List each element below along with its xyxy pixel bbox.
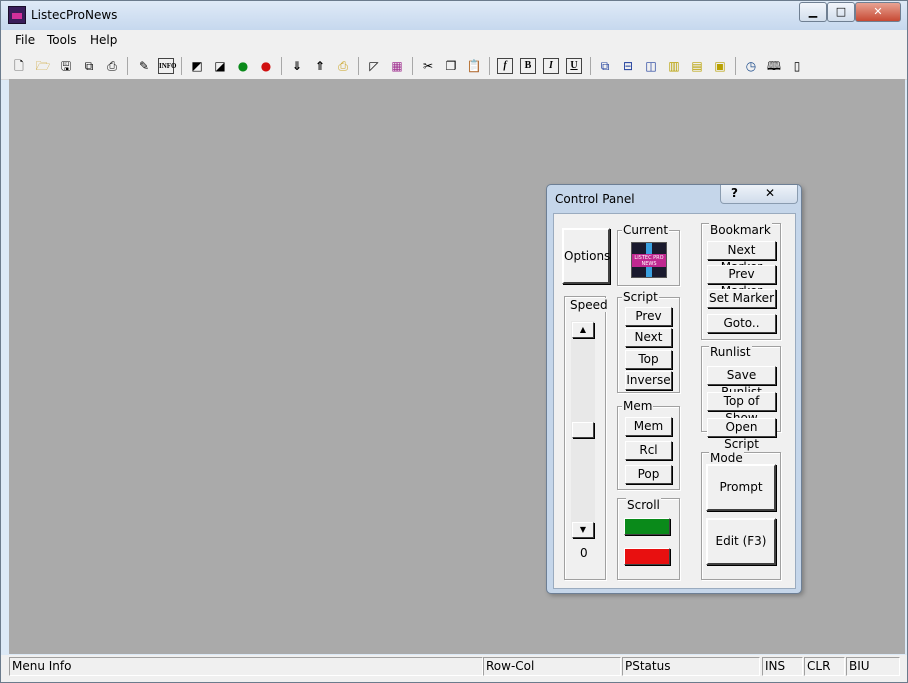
save-runlist-button[interactable]: Save Runlist: [707, 366, 776, 399]
menu-bar: File Tools Help: [1, 30, 907, 52]
menu-help[interactable]: Help: [90, 33, 117, 47]
red-dot-icon[interactable]: ●: [256, 56, 276, 76]
rcl-button[interactable]: Rcl: [625, 441, 672, 460]
status-menu-info: Menu Info: [9, 657, 483, 676]
options-button[interactable]: Options: [562, 228, 610, 284]
cut-icon[interactable]: ✂: [418, 56, 438, 76]
logo-text: LISTEC PRO NEWS: [634, 255, 664, 267]
arrow-down-icon[interactable]: ⇓: [287, 56, 307, 76]
minimize-button[interactable]: ▁: [799, 2, 827, 22]
info-icon[interactable]: INFO: [158, 58, 177, 74]
flag-corner-icon[interactable]: ◸: [364, 56, 384, 76]
toolbar-separator: [412, 57, 413, 75]
split-vertical-icon[interactable]: ◫: [641, 56, 661, 76]
bookmark-label: Bookmark: [709, 223, 772, 237]
script-label: Script: [622, 290, 659, 304]
toolbar-separator: [489, 57, 490, 75]
black-flag-icon[interactable]: ◩: [187, 56, 207, 76]
title-bar[interactable]: ListecProNews ▁ □ ✕: [1, 1, 907, 30]
menu-file[interactable]: File: [15, 33, 35, 47]
yellow-table-icon[interactable]: ▤: [687, 56, 707, 76]
status-bar: Menu Info Row-Col PStatus INS CLR BIU: [1, 655, 907, 682]
status-biu: BIU: [846, 657, 900, 676]
status-ins: INS: [762, 657, 803, 676]
current-script-logo: LISTEC PRO NEWS: [631, 242, 667, 278]
goto-button[interactable]: Goto..: [707, 314, 776, 333]
toolbar-separator: [181, 57, 182, 75]
toolbar: 🗋 🗁 🖫 ⧉ ⎙ ✎ INFO ◩ ◪ ● ● ⇓ ⇑ ⎙ ◸ ▦ ✂ ❐ 📋…: [1, 52, 907, 80]
set-marker-button[interactable]: Set Marker: [707, 289, 776, 308]
open-script-button[interactable]: Open Script: [707, 418, 776, 451]
mem-label: Mem: [622, 399, 654, 413]
speed-up-button[interactable]: ▲: [572, 322, 594, 338]
white-flag-icon[interactable]: ◪: [210, 56, 230, 76]
scroll-forward-button[interactable]: [624, 518, 670, 535]
film-icon[interactable]: ▣: [710, 56, 730, 76]
mem-button[interactable]: Mem: [625, 417, 672, 436]
arrow-up-icon[interactable]: ⇑: [310, 56, 330, 76]
save-icon[interactable]: 🖫: [56, 56, 76, 76]
toolbar-separator: [281, 57, 282, 75]
paste-icon[interactable]: 📋: [464, 56, 484, 76]
close-button[interactable]: ✕: [855, 2, 901, 22]
control-panel-title: Control Panel: [555, 192, 635, 206]
split-horizontal-icon[interactable]: ⊟: [618, 56, 638, 76]
toolbar-separator: [358, 57, 359, 75]
toolbar-separator: [590, 57, 591, 75]
control-panel-dialog: Control Panel ? ✕ Options Current LISTEC…: [546, 184, 802, 594]
scroll-stop-button[interactable]: [624, 548, 670, 565]
bold-icon[interactable]: B: [520, 58, 536, 74]
underline-icon[interactable]: U: [566, 58, 582, 74]
script-inverse-button[interactable]: Inverse: [625, 371, 672, 390]
book-icon[interactable]: 🕮: [764, 56, 784, 76]
speed-slider-thumb[interactable]: [572, 422, 594, 438]
open-folder-icon[interactable]: 🗁: [33, 56, 53, 76]
italic-icon[interactable]: I: [543, 58, 559, 74]
control-panel-close-button[interactable]: ✕: [765, 186, 775, 200]
green-dot-icon[interactable]: ●: [233, 56, 253, 76]
printer-yellow-icon[interactable]: ⎙: [333, 56, 353, 76]
script-next-button[interactable]: Next: [625, 328, 672, 347]
control-panel-body: Options Current LISTEC PRO NEWS Speed ▲ …: [553, 213, 796, 589]
prev-marker-button[interactable]: Prev Marker: [707, 265, 776, 298]
script-prev-button[interactable]: Prev: [625, 307, 672, 326]
yellow-grid-icon[interactable]: ▥: [664, 56, 684, 76]
prompt-mode-button[interactable]: Prompt (F5): [706, 464, 776, 537]
color-grid-icon[interactable]: ▦: [387, 56, 407, 76]
edit-mode-button[interactable]: Edit (F3): [706, 518, 776, 565]
help-button[interactable]: ?: [731, 186, 738, 200]
status-clr: CLR: [804, 657, 845, 676]
mode-label: Mode: [709, 451, 744, 465]
script-top-button[interactable]: Top: [625, 350, 672, 369]
font-icon[interactable]: f: [497, 58, 513, 74]
status-pstatus: PStatus: [622, 657, 760, 676]
speed-label: Speed: [569, 298, 609, 312]
clock-icon[interactable]: ◷: [741, 56, 761, 76]
app-logo-icon: [8, 6, 26, 24]
next-marker-button[interactable]: Next Marker: [707, 241, 776, 274]
save-all-icon[interactable]: ⧉: [79, 56, 99, 76]
runlist-label: Runlist: [709, 345, 752, 359]
top-of-show-button[interactable]: Top of Show: [707, 392, 776, 425]
menu-tools[interactable]: Tools: [47, 33, 77, 47]
notebook-icon[interactable]: ▯: [787, 56, 807, 76]
status-row-col: Row-Col: [483, 657, 621, 676]
scroll-label: Scroll: [626, 498, 661, 512]
speed-down-button[interactable]: ▼: [572, 522, 594, 538]
new-file-icon[interactable]: 🗋: [9, 56, 29, 76]
cascade-windows-icon[interactable]: ⧉: [595, 56, 615, 76]
toolbar-separator: [127, 57, 128, 75]
speed-value: 0: [580, 546, 588, 560]
toolbar-separator: [735, 57, 736, 75]
window-title: ListecProNews: [31, 8, 118, 22]
current-label: Current: [622, 223, 670, 237]
maximize-button[interactable]: □: [827, 2, 855, 22]
edit-pencil-icon[interactable]: ✎: [134, 56, 154, 76]
pop-button[interactable]: Pop: [625, 465, 672, 484]
print-icon[interactable]: ⎙: [102, 56, 122, 76]
copy-icon[interactable]: ❐: [441, 56, 461, 76]
control-panel-caption-buttons: ? ✕: [720, 185, 798, 204]
